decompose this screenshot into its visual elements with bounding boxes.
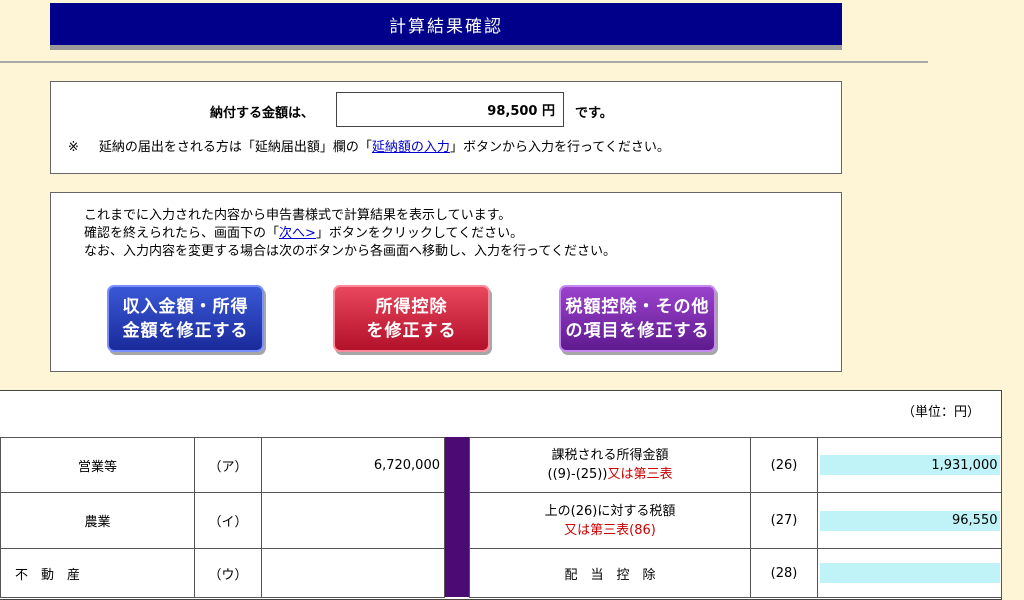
row-value-tax-amount: 96,550: [819, 510, 1000, 531]
edit-income-button[interactable]: 収入金額・所得 金額を修正する: [107, 285, 264, 352]
row-value-cell-tax-amount: 96,550: [817, 492, 1002, 549]
note-mark: ※: [68, 140, 79, 155]
deferral-note: ※ 延納の届出をされる方は「延納届出額」欄の「延納額の入力」ボタンから入力を行って…: [68, 136, 670, 155]
row-label-real-estate: 不 動 産: [0, 548, 195, 598]
unit-label: （単位：円）: [902, 405, 981, 420]
row-label-agriculture: 農業: [0, 492, 195, 549]
row-value-dividend-credit: [819, 563, 1000, 583]
note-text-before: 延納の届出をされる方は「延納届出額」欄の「: [98, 140, 372, 155]
taxable-income-formula: ((9)-(25)): [547, 467, 608, 482]
table-divider-bar: [445, 437, 469, 597]
header-divider: [0, 61, 928, 63]
next-link[interactable]: 次へ>: [279, 226, 316, 241]
info-line-2: 確認を終えられたら、画面下の「次へ>」ボタンをクリックしてください。: [84, 222, 523, 241]
taxable-income-title: 課税される所得金額: [551, 448, 669, 463]
row-value-cell-taxable-income: 1,931,000: [817, 437, 1002, 493]
row-value-cell-dividend-credit: [817, 548, 1002, 598]
row-code-agriculture: （イ）: [194, 492, 262, 549]
row-value-taxable-income: 1,931,000: [819, 455, 1000, 475]
info-line-1: これまでに入力された内容から申告書様式で計算結果を表示しています。: [84, 208, 512, 223]
info-line-3: なお、入力内容を変更する場合は次のボタンから各画面へ移動し、入力を行ってください…: [84, 244, 616, 259]
edit-income-label-2: 金額を修正する: [122, 320, 249, 341]
edit-tax-label-1: 税額控除・その他: [565, 296, 710, 317]
edit-deduction-button[interactable]: 所得控除 を修正する: [333, 285, 490, 352]
row-value-agriculture: [261, 492, 445, 549]
info-line-2-after: 」ボタンをクリックしてください。: [315, 226, 524, 241]
row-code-real-estate: （ウ）: [194, 548, 262, 598]
row-label-dividend-credit: 配 当 控 除: [469, 548, 751, 598]
edit-tax-credit-button[interactable]: 税額控除・その他 の項目を修正する: [559, 285, 716, 352]
row-code-taxable-income: (26): [750, 437, 818, 493]
deferral-input-link[interactable]: 延納額の入力: [372, 140, 450, 155]
edit-deduction-label-2: を修正する: [366, 320, 457, 341]
payment-label: 納付する金額は、: [210, 106, 315, 121]
edit-income-label-1: 収入金額・所得: [122, 296, 249, 317]
page-title: 計算結果確認: [50, 3, 842, 50]
payment-amount-field: 98,500 円: [336, 92, 564, 127]
note-text-after: 」ボタンから入力を行ってください。: [449, 140, 670, 155]
row-label-tax-amount: 上の(26)に対する税額 又は第三表(86): [469, 492, 751, 549]
row-code-tax-amount: (27): [750, 492, 818, 549]
row-label-taxable-income: 課税される所得金額 ((9)-(25))又は第三表: [469, 437, 751, 493]
row-value-real-estate: [261, 548, 445, 598]
row-code-dividend-credit: (28): [750, 548, 818, 598]
edit-deduction-label-1: 所得控除: [375, 296, 448, 317]
info-line-2-before: 確認を終えられたら、画面下の「: [84, 226, 280, 241]
row-code-business: （ア）: [194, 437, 262, 493]
tax-amount-alt: 又は第三表(86): [564, 522, 656, 538]
edit-tax-label-2: の項目を修正する: [565, 320, 710, 341]
payment-suffix: です。: [575, 106, 613, 121]
taxable-income-alt: 又は第三表: [607, 467, 673, 482]
row-value-business: 6,720,000: [261, 437, 445, 493]
tax-amount-title: 上の(26)に対する税額: [544, 503, 676, 519]
row-label-business: 営業等: [0, 437, 195, 493]
